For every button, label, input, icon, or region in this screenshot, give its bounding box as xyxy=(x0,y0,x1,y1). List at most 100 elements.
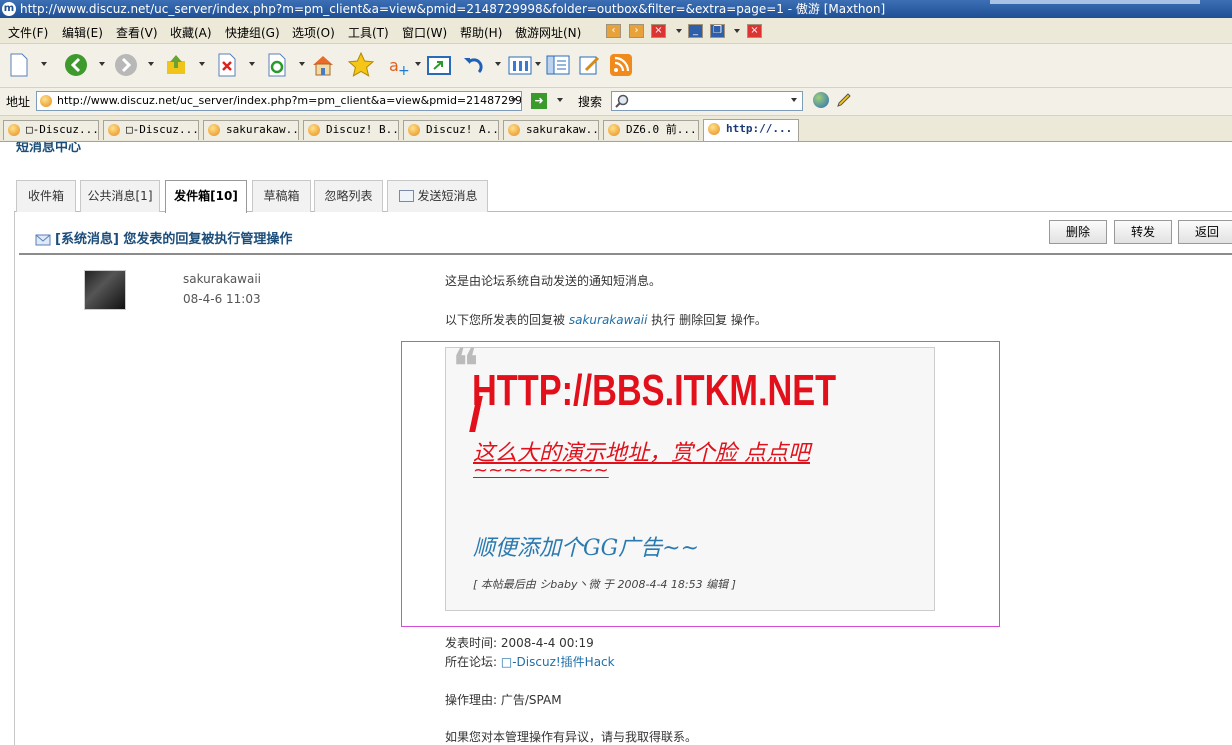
menu-window[interactable]: 窗口(W) xyxy=(402,24,447,41)
avatar[interactable] xyxy=(84,270,126,310)
up-folder-icon[interactable] xyxy=(163,52,189,78)
menu-options[interactable]: 选项(O) xyxy=(292,24,335,41)
tab-favicon-icon xyxy=(608,124,620,136)
section-title: 短消息中心 xyxy=(16,142,82,155)
chevron-down-icon[interactable] xyxy=(99,62,105,66)
globe-icon[interactable] xyxy=(813,92,829,108)
tab-public-messages[interactable]: 公共消息[1] xyxy=(80,180,160,212)
tab-send-message[interactable]: 发送短消息 xyxy=(387,180,488,212)
sender-name[interactable]: sakurakawaii xyxy=(183,272,261,286)
chevron-down-icon[interactable] xyxy=(41,62,47,66)
chevron-down-icon[interactable] xyxy=(557,98,563,102)
pm-tabs: 收件箱 公共消息[1] 发件箱[10] 草稿箱 忽略列表 发送短消息 xyxy=(14,180,1232,213)
svg-text:+: + xyxy=(398,63,410,78)
site-favicon-icon xyxy=(40,95,52,107)
post-time: 发表时间: 2008-4-4 00:19 xyxy=(445,636,594,650)
columns-icon[interactable] xyxy=(507,52,533,78)
rss-icon[interactable] xyxy=(608,52,634,78)
operator-link[interactable]: sakurakawaii xyxy=(569,313,648,327)
forward-icon[interactable] xyxy=(113,52,139,78)
next-window-icon[interactable]: › xyxy=(629,24,644,38)
action-notice: 以下您所发表的回复被 sakurakawaii 执行 删除回复 操作。 xyxy=(445,313,767,327)
open-window-icon[interactable] xyxy=(426,52,452,78)
browser-tab[interactable]: □-Discuz... xyxy=(3,120,99,140)
browser-tab[interactable]: sakurakaw... xyxy=(203,120,299,140)
close-window-icon[interactable]: × xyxy=(651,24,666,38)
browser-tab-active[interactable]: http://... xyxy=(703,119,799,141)
sidebar-icon[interactable] xyxy=(545,52,571,78)
notes-icon[interactable] xyxy=(577,52,603,78)
chevron-down-icon[interactable] xyxy=(199,62,205,66)
menu-tools[interactable]: 工具(T) xyxy=(348,24,389,41)
chevron-down-icon[interactable] xyxy=(249,62,255,66)
menu-edit[interactable]: 编辑(E) xyxy=(62,24,103,41)
tab-ignore-list[interactable]: 忽略列表 xyxy=(314,180,383,212)
quote-url: HTTP://BBS.ITKM.NET xyxy=(472,366,837,415)
search-dropdown-icon[interactable] xyxy=(791,98,797,102)
message-title: [系统消息] 您发表的回复被执行管理操作 xyxy=(55,232,293,247)
favorites-star-icon[interactable] xyxy=(348,52,374,78)
undo-icon[interactable] xyxy=(460,52,486,78)
edit-note: [ 本帖最后由 シbaby丶微 于 2008-4-4 18:53 编辑 ] xyxy=(473,578,736,591)
chevron-down-icon[interactable] xyxy=(415,62,421,66)
highlight-pen-icon[interactable] xyxy=(836,92,852,108)
back-button[interactable]: 返回 xyxy=(1178,220,1232,244)
page-content: 短消息中心 收件箱 公共消息[1] 发件箱[10] 草稿箱 忽略列表 发送短消息… xyxy=(0,142,1232,745)
chevron-down-icon[interactable] xyxy=(148,62,154,66)
translate-icon[interactable]: a + xyxy=(388,52,414,78)
tab-favicon-icon xyxy=(508,124,520,136)
tab-favicon-icon xyxy=(208,124,220,136)
browser-tab[interactable]: □-Discuz... xyxy=(103,120,199,140)
window-title-bar: m http://www.discuz.net/uc_server/index.… xyxy=(0,0,1232,18)
menu-file[interactable]: 文件(F) xyxy=(8,24,48,41)
url-dropdown-icon[interactable] xyxy=(511,98,517,102)
toolbar: a + xyxy=(0,44,1232,88)
forum-info: 所在论坛: □-Discuz!插件Hack xyxy=(445,655,615,669)
minimize-icon[interactable]: _ xyxy=(688,24,703,38)
address-label: 地址 xyxy=(6,95,31,109)
envelope-icon xyxy=(35,234,51,246)
browser-tab[interactable]: DZ6.0 前... xyxy=(603,120,699,140)
menu-favorites[interactable]: 收藏(A) xyxy=(170,24,212,41)
chevron-down-icon[interactable] xyxy=(299,62,305,66)
menu-maxthon-sites[interactable]: 傲游网址(N) xyxy=(515,24,581,41)
search-icon xyxy=(615,94,629,108)
stop-icon[interactable] xyxy=(214,52,240,78)
home-icon[interactable] xyxy=(310,52,336,78)
forum-link[interactable]: □-Discuz!插件Hack xyxy=(501,655,615,669)
menu-help[interactable]: 帮助(H) xyxy=(460,24,502,41)
delete-button[interactable]: 删除 xyxy=(1049,220,1107,244)
prev-window-icon[interactable]: ‹ xyxy=(606,24,621,38)
tab-outbox[interactable]: 发件箱[10] xyxy=(165,180,247,213)
chevron-down-icon[interactable] xyxy=(734,29,740,33)
browser-tab[interactable]: Discuz! A... xyxy=(403,120,499,140)
quote-blue-text: 顺便添加个GG广告~~ xyxy=(473,536,700,561)
intro-text: 这是由论坛系统自动发送的通知短消息。 xyxy=(445,274,662,288)
menu-view[interactable]: 查看(V) xyxy=(116,24,158,41)
chevron-down-icon[interactable] xyxy=(676,29,682,33)
close-app-icon[interactable]: × xyxy=(747,24,762,38)
new-page-icon[interactable] xyxy=(6,52,32,78)
chevron-down-icon[interactable] xyxy=(535,62,541,66)
tab-favicon-icon xyxy=(708,123,720,135)
go-icon[interactable]: ➜ xyxy=(531,93,547,109)
forward-button[interactable]: 转发 xyxy=(1114,220,1172,244)
menu-bar: 文件(F) 编辑(E) 查看(V) 收藏(A) 快捷组(G) 选项(O) 工具(… xyxy=(0,18,1232,44)
quote-block: ❝ HTTP://BBS.ITKM.NET 这么大的演示地址，赏个脸 点点吧 ~… xyxy=(445,338,935,611)
browser-tab[interactable]: sakurakaw... xyxy=(503,120,599,140)
url-input[interactable]: http://www.discuz.net/uc_server/index.ph… xyxy=(36,91,522,111)
browser-tab[interactable]: Discuz! B... xyxy=(303,120,399,140)
tab-drafts[interactable]: 草稿箱 xyxy=(252,180,311,212)
restore-icon[interactable]: ❐ xyxy=(710,24,725,38)
back-icon[interactable] xyxy=(63,52,89,78)
browser-tab-bar: □-Discuz... □-Discuz... sakurakaw... Dis… xyxy=(0,116,1232,142)
maxthon-logo-icon: m xyxy=(2,2,16,16)
tab-inbox[interactable]: 收件箱 xyxy=(16,180,76,212)
search-label: 搜索 xyxy=(578,95,603,109)
refresh-icon[interactable] xyxy=(264,52,290,78)
search-input[interactable] xyxy=(611,91,803,111)
menu-groups[interactable]: 快捷组(G) xyxy=(225,24,280,41)
chevron-down-icon[interactable] xyxy=(495,62,501,66)
tab-favicon-icon xyxy=(408,124,420,136)
reason-info: 操作理由: 广告/SPAM xyxy=(445,693,562,707)
